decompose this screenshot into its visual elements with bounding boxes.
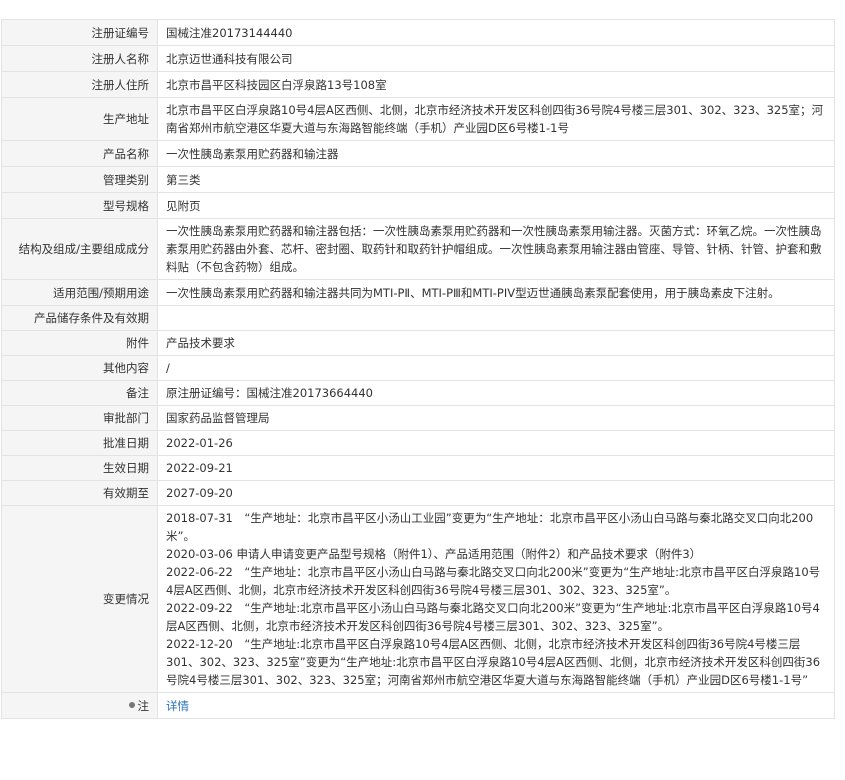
row-product-name: 产品名称 一次性胰岛素泵用贮药器和输注器 xyxy=(1,140,835,167)
field-value: 一次性胰岛素泵用贮药器和输注器共同为MTI-PⅡ、MTI-PⅢ和MTI-PIV型… xyxy=(157,279,835,306)
row-valid-until: 有效期至 2027-09-20 xyxy=(1,480,835,506)
field-label: 备注 xyxy=(1,380,158,406)
field-label: 产品名称 xyxy=(1,140,158,167)
note-label: 注 xyxy=(137,698,150,713)
field-value: 原注册证编号：国械注准20173664440 xyxy=(157,380,835,406)
change-history-list: 2018-07-31 “生产地址：北京市昌平区小汤山工业园”变更为“生产地址：北… xyxy=(157,505,835,693)
change-entry: 2022-06-22 “生产地址：北京市昌平区小汤山白马路与秦北路交叉口向北20… xyxy=(166,565,821,597)
registration-table: 注册证编号 国械注准20173144440 注册人名称 北京迈世通科技有限公司 … xyxy=(1,19,835,719)
field-label: 管理类别 xyxy=(1,166,158,193)
field-value: 北京迈世通科技有限公司 xyxy=(157,45,835,72)
field-value: 北京市昌平区科技园区白浮泉路13号108室 xyxy=(157,71,835,98)
field-value: 产品技术要求 xyxy=(157,330,835,356)
field-value: 2027-09-20 xyxy=(157,480,835,506)
note-label-cell: 注 xyxy=(1,692,158,719)
row-production-address: 生产地址 北京市昌平区白浮泉路10号4层A区西侧、北侧，北京市经济技术开发区科创… xyxy=(1,97,835,141)
row-approval-date: 批准日期 2022-01-26 xyxy=(1,430,835,456)
field-label: 其他内容 xyxy=(1,355,158,381)
field-label: 适用范围/预期用途 xyxy=(1,279,158,306)
field-value: 第三类 xyxy=(157,166,835,193)
field-label: 注册人住所 xyxy=(1,71,158,98)
field-value xyxy=(157,305,835,331)
row-registrant-name: 注册人名称 北京迈世通科技有限公司 xyxy=(1,45,835,72)
field-label: 批准日期 xyxy=(1,430,158,456)
field-value: 一次性胰岛素泵用贮药器和输注器 xyxy=(157,140,835,167)
field-label: 变更情况 xyxy=(1,505,158,693)
row-model-spec: 型号规格 见附页 xyxy=(1,192,835,219)
row-registrant-address: 注册人住所 北京市昌平区科技园区白浮泉路13号108室 xyxy=(1,71,835,98)
row-registration-no: 注册证编号 国械注准20173144440 xyxy=(1,19,835,46)
field-label: 型号规格 xyxy=(1,192,158,219)
change-entry: 2018-07-31 “生产地址：北京市昌平区小汤山工业园”变更为“生产地址：北… xyxy=(166,511,814,543)
row-note: 注 详情 xyxy=(1,692,835,719)
row-attachment: 附件 产品技术要求 xyxy=(1,330,835,356)
field-value: 北京市昌平区白浮泉路10号4层A区西侧、北侧，北京市经济技术开发区科创四街36号… xyxy=(157,97,835,141)
field-label: 注册人名称 xyxy=(1,45,158,72)
field-value: 国家药品监督管理局 xyxy=(157,405,835,431)
change-entry: 2022-12-20 “生产地址:北京市昌平区白浮泉路10号4层A区西侧、北侧，… xyxy=(166,637,821,687)
details-link[interactable]: 详情 xyxy=(166,699,189,713)
field-label: 附件 xyxy=(1,330,158,356)
row-intended-use: 适用范围/预期用途 一次性胰岛素泵用贮药器和输注器共同为MTI-PⅡ、MTI-P… xyxy=(1,279,835,306)
row-storage-conditions: 产品储存条件及有效期 xyxy=(1,305,835,331)
field-label: 注册证编号 xyxy=(1,19,158,46)
field-label: 生效日期 xyxy=(1,455,158,481)
field-value: 2022-01-26 xyxy=(157,430,835,456)
field-label: 结构及组成/主要组成成分 xyxy=(1,218,158,280)
field-value: 国械注准20173144440 xyxy=(157,19,835,46)
field-label: 产品储存条件及有效期 xyxy=(1,305,158,331)
bullet-icon xyxy=(128,702,135,708)
row-change-history: 变更情况 2018-07-31 “生产地址：北京市昌平区小汤山工业园”变更为“生… xyxy=(1,505,835,693)
field-label: 审批部门 xyxy=(1,405,158,431)
row-remarks: 备注 原注册证编号：国械注准20173664440 xyxy=(1,380,835,406)
field-label: 生产地址 xyxy=(1,97,158,141)
field-value: 2022-09-21 xyxy=(157,455,835,481)
note-value-cell: 详情 xyxy=(157,692,835,719)
row-structure-composition: 结构及组成/主要组成成分 一次性胰岛素泵用贮药器和输注器包括：一次性胰岛素泵用贮… xyxy=(1,218,835,280)
row-approval-dept: 审批部门 国家药品监督管理局 xyxy=(1,405,835,431)
row-management-category: 管理类别 第三类 xyxy=(1,166,835,193)
field-label: 有效期至 xyxy=(1,480,158,506)
row-other-content: 其他内容 / xyxy=(1,355,835,381)
field-value: / xyxy=(157,355,835,381)
field-value: 一次性胰岛素泵用贮药器和输注器包括：一次性胰岛素泵用贮药器和一次性胰岛素泵用输注… xyxy=(157,218,835,280)
row-effective-date: 生效日期 2022-09-21 xyxy=(1,455,835,481)
change-entry: 2020-03-06 申请人申请变更产品型号规格（附件1）、产品适用范围（附件2… xyxy=(166,547,702,561)
field-value: 见附页 xyxy=(157,192,835,219)
change-entry: 2022-09-22 “生产地址:北京市昌平区小汤山白马路与秦北路交叉口向北20… xyxy=(166,601,820,633)
